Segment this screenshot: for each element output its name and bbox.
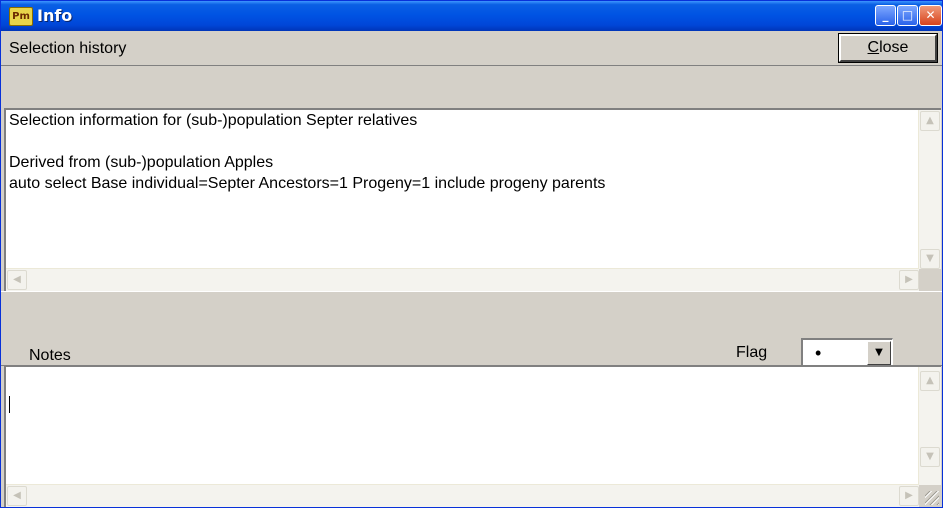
close-button-accelerator: C <box>867 39 880 56</box>
resize-corner[interactable] <box>919 485 941 507</box>
resize-grip-icon[interactable] <box>925 491 939 505</box>
history-line <box>9 131 909 152</box>
notes-text-area[interactable]: ▲ ▼ ◀ ▶ <box>4 365 941 507</box>
scroll-up-icon[interactable]: ▲ <box>920 111 940 131</box>
notes-header: Notes Flag • ▼ <box>1 297 942 368</box>
title-bar[interactable]: Pm Info _ □ ✕ <box>1 1 942 31</box>
text-cursor <box>9 396 10 413</box>
history-line: Derived from (sub-)population Apples <box>9 154 274 171</box>
flag-selected-value: • <box>815 343 822 363</box>
scroll-right-icon[interactable]: ▶ <box>899 270 919 290</box>
window-close-button[interactable]: ✕ <box>919 5 942 26</box>
selection-history-text: Selection information for (sub-)populati… <box>9 110 909 194</box>
flag-dropdown[interactable]: • ▼ <box>801 338 893 368</box>
history-line: Selection information for (sub-)populati… <box>9 112 418 129</box>
notes-vertical-scrollbar[interactable]: ▲ ▼ <box>918 367 941 485</box>
selection-history-text-area[interactable]: Selection information for (sub-)populati… <box>4 108 941 291</box>
selection-history-header: Selection history Close <box>1 31 942 66</box>
window-title: Info <box>37 6 73 25</box>
scroll-left-icon[interactable]: ◀ <box>7 486 27 506</box>
chevron-down-icon[interactable]: ▼ <box>867 341 891 365</box>
history-vertical-scrollbar[interactable]: ▲ ▼ <box>918 110 941 269</box>
selection-history-label: Selection history <box>9 40 127 57</box>
info-window: Pm Info _ □ ✕ Selection history Close Se… <box>0 0 943 508</box>
history-horizontal-scrollbar[interactable]: ◀ ▶ <box>6 268 919 291</box>
scroll-right-icon[interactable]: ▶ <box>899 486 919 506</box>
notes-label: Notes <box>29 347 71 364</box>
history-line: auto select Base individual=Septer Ances… <box>9 175 606 192</box>
scroll-left-icon[interactable]: ◀ <box>7 270 27 290</box>
maximize-button[interactable]: □ <box>897 5 918 26</box>
close-button[interactable]: Close <box>838 33 938 63</box>
scrollbar-corner <box>919 269 941 291</box>
flag-label: Flag <box>736 344 768 361</box>
scroll-down-icon[interactable]: ▼ <box>920 447 940 467</box>
minimize-button[interactable]: _ <box>875 5 896 26</box>
close-button-label: lose <box>879 39 909 56</box>
scroll-up-icon[interactable]: ▲ <box>920 371 940 391</box>
scroll-down-icon[interactable]: ▼ <box>920 249 940 269</box>
notes-horizontal-scrollbar[interactable]: ◀ ▶ <box>6 484 919 507</box>
app-icon: Pm <box>9 7 33 26</box>
